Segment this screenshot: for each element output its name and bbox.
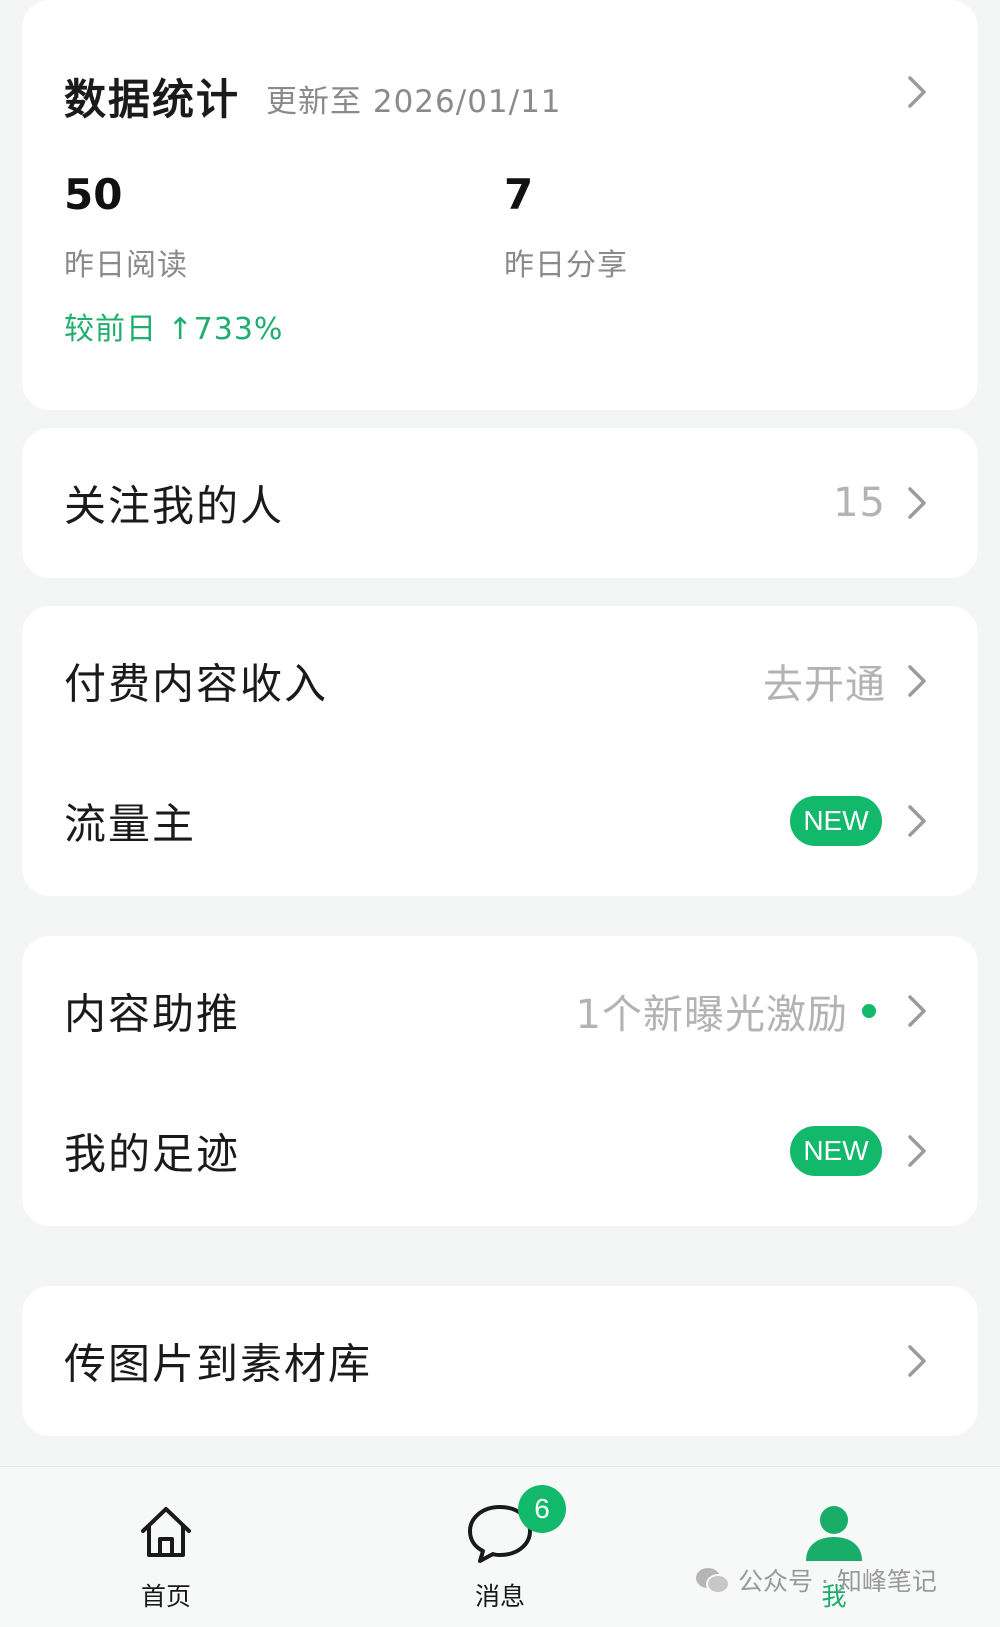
shares-value: 7 <box>504 170 534 219</box>
traffic-owner-label: 流量主 <box>64 799 197 849</box>
new-badge: NEW <box>790 796 882 846</box>
followers-count: 15 <box>833 480 886 526</box>
stats-updated-date: 更新至 2026/01/11 <box>266 84 562 120</box>
stats-card[interactable]: 数据统计 更新至 2026/01/11 50 昨日阅读 7 昨日分享 较前日 ↑… <box>22 0 978 410</box>
chevron-right-icon <box>908 1345 926 1377</box>
reads-label: 昨日阅读 <box>64 248 188 283</box>
chevron-right-icon <box>908 805 926 837</box>
paid-content-row[interactable]: 付费内容收入 去开通 <box>22 606 978 756</box>
messages-count-badge: 6 <box>518 1485 566 1533</box>
followers-card: 关注我的人 15 <box>22 428 978 578</box>
followers-label: 关注我的人 <box>64 481 285 531</box>
content-boost-row[interactable]: 内容助推 1个新曝光激励 <box>22 936 978 1086</box>
nav-messages-label: 消息 <box>474 1582 525 1611</box>
nav-home-label: 首页 <box>140 1582 191 1611</box>
nav-home[interactable]: 首页 <box>66 1467 266 1627</box>
paid-content-label: 付费内容收入 <box>64 659 329 709</box>
paid-content-status: 去开通 <box>763 662 886 708</box>
content-card: 内容助推 1个新曝光激励 我的足迹 NEW <box>22 936 978 1226</box>
shares-label: 昨日分享 <box>504 248 628 283</box>
reads-value: 50 <box>64 170 123 219</box>
chevron-right-icon[interactable] <box>900 72 934 112</box>
stats-title: 数据统计 <box>64 75 241 124</box>
nav-messages[interactable]: 6 消息 <box>400 1467 600 1627</box>
footprint-label: 我的足迹 <box>64 1129 241 1179</box>
wechat-icon <box>696 1568 730 1594</box>
content-boost-label: 内容助推 <box>64 989 241 1039</box>
upload-to-library-label: 传图片到素材库 <box>64 1339 373 1389</box>
chevron-right-icon <box>908 487 926 519</box>
content-boost-status: 1个新曝光激励 <box>575 992 848 1038</box>
footprint-row[interactable]: 我的足迹 NEW <box>22 1076 978 1226</box>
nav-me[interactable]: 我 <box>734 1467 934 1627</box>
chevron-right-icon <box>908 995 926 1027</box>
new-badge: NEW <box>790 1126 882 1176</box>
followers-row[interactable]: 关注我的人 15 <box>22 428 978 578</box>
person-icon <box>806 1506 862 1561</box>
watermark: 公众号 · 知峰笔记 <box>694 1562 937 1598</box>
bottom-nav: 首页 6 消息 我 <box>0 1466 1000 1627</box>
monetization-card: 付费内容收入 去开通 流量主 NEW <box>22 606 978 896</box>
chevron-right-icon <box>908 665 926 697</box>
chevron-right-icon <box>908 1135 926 1167</box>
home-icon <box>141 1507 191 1557</box>
traffic-owner-row[interactable]: 流量主 NEW <box>22 746 978 896</box>
upload-to-library-row[interactable]: 传图片到素材库 <box>22 1286 978 1436</box>
reads-trend: 较前日 ↑733% <box>64 312 284 347</box>
upload-card: 传图片到素材库 <box>22 1286 978 1436</box>
watermark-text: 公众号 · 知峰笔记 <box>738 1567 937 1596</box>
unread-dot <box>862 1004 876 1018</box>
